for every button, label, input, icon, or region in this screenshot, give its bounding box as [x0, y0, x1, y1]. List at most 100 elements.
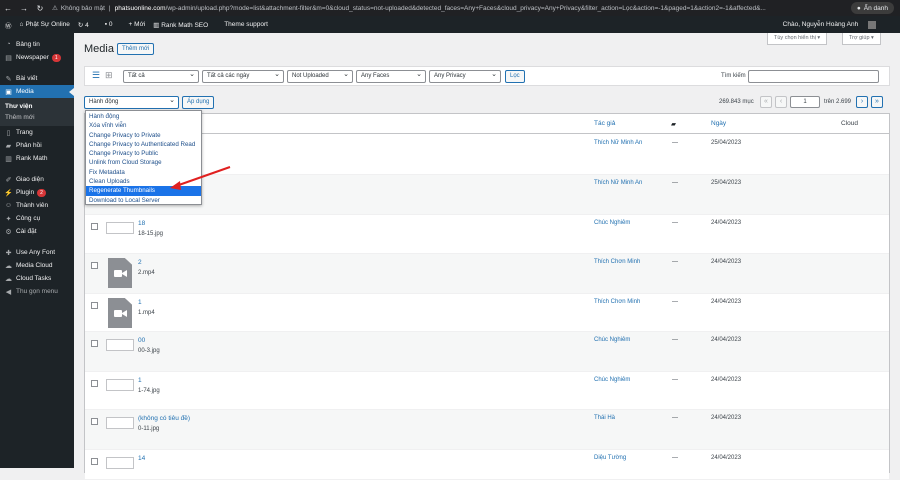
- faces-select[interactable]: Any Faces: [356, 69, 426, 83]
- site-name-link[interactable]: Phật Sự Online: [25, 21, 69, 28]
- sidebar-sub-add-new[interactable]: Thêm mới: [0, 112, 74, 123]
- upload-date: 24/04/2023: [711, 415, 742, 421]
- media-title-link[interactable]: 1: [138, 377, 142, 384]
- sidebar-item-newspaper[interactable]: ▤ Newspaper 1: [0, 51, 74, 64]
- author-link[interactable]: Chúc Nghiêm: [594, 337, 630, 343]
- filter-button[interactable]: Lọc: [505, 70, 525, 83]
- new-content-link[interactable]: + Mới: [129, 21, 146, 28]
- bulk-option[interactable]: Hành động: [86, 112, 201, 121]
- thumbnail[interactable]: [106, 222, 134, 234]
- current-page-input[interactable]: 1: [790, 96, 820, 108]
- sidebar-item-appearance[interactable]: ✐ Giao diện: [0, 173, 74, 186]
- upload-date: 24/04/2023: [711, 259, 742, 265]
- upload-date: 25/04/2023: [711, 140, 742, 146]
- bulk-option[interactable]: Fix Metadata: [86, 168, 201, 177]
- table-row: (không có tiêu đề) 0-11.jpg Thái Hà — 24/04/…: [85, 410, 889, 450]
- author-link[interactable]: Thích Nữ Minh An: [594, 140, 642, 146]
- comments-link[interactable]: ▪ 0: [105, 21, 121, 28]
- row-checkbox[interactable]: [91, 418, 98, 425]
- rank-math-link[interactable]: ▥ Rank Math SEO: [153, 21, 216, 29]
- bulk-option[interactable]: Unlink from Cloud Storage: [86, 158, 201, 167]
- bulk-option[interactable]: Change Privacy to Public: [86, 149, 201, 158]
- search-input[interactable]: [748, 70, 879, 83]
- sidebar-collapse-menu[interactable]: ◀ Thu gọn menu: [0, 285, 74, 298]
- bulk-option[interactable]: Change Privacy to Authenticated Read: [86, 140, 201, 149]
- sidebar-item-settings[interactable]: ⚙ Cài đặt: [0, 225, 74, 238]
- row-checkbox[interactable]: [91, 340, 98, 347]
- author-link[interactable]: Chúc Nghiêm: [594, 220, 630, 226]
- incognito-badge[interactable]: ● Ẩn danh: [850, 2, 894, 14]
- bulk-option[interactable]: Change Privacy to Private: [86, 131, 201, 140]
- author-link[interactable]: Thích Chơn Minh: [594, 299, 640, 305]
- sidebar-item-users[interactable]: ☺ Thành viên: [0, 199, 74, 212]
- column-author[interactable]: Tác giả: [594, 120, 615, 127]
- date-filter-select[interactable]: Tất cả các ngày: [202, 69, 284, 83]
- bulk-option[interactable]: Clean Uploads: [86, 177, 201, 186]
- privacy-select[interactable]: Any Privacy: [429, 69, 501, 83]
- bulk-action-select[interactable]: Hành động: [84, 95, 179, 109]
- thumbnail[interactable]: [106, 379, 134, 391]
- sidebar-item-media-cloud[interactable]: ☁ Media Cloud: [0, 259, 74, 272]
- file-name: 00-3.jpg: [138, 348, 160, 354]
- row-checkbox[interactable]: [91, 262, 98, 269]
- theme-support-link[interactable]: Theme support: [224, 21, 268, 28]
- media-title-link[interactable]: 14: [138, 455, 145, 462]
- cloud-status-select[interactable]: Not Uploaded: [287, 69, 353, 83]
- sidebar-item-media[interactable]: ▣ Media: [0, 85, 74, 98]
- update-badge: 2: [37, 188, 46, 197]
- row-checkbox[interactable]: [91, 302, 98, 309]
- sidebar-item-comments[interactable]: ▰ Phản hồi: [0, 139, 74, 152]
- sidebar-item-use-any-font[interactable]: ✚ Use Any Font: [0, 246, 74, 259]
- upload-date: 24/04/2023: [711, 337, 742, 343]
- row-checkbox[interactable]: [91, 380, 98, 387]
- screen-options-button[interactable]: Tùy chọn hiển thị ▾: [767, 33, 828, 45]
- thumbnail[interactable]: [106, 417, 134, 429]
- sidebar-item-pages[interactable]: ▯ Trang: [0, 126, 74, 139]
- sidebar-sub-library[interactable]: Thư viện: [0, 101, 74, 112]
- thumbnail[interactable]: [106, 457, 134, 469]
- sidebar-item-tools[interactable]: ✦ Công cụ: [0, 212, 74, 225]
- sidebar-item-posts[interactable]: ✎ Bài viết: [0, 72, 74, 85]
- media-title-link[interactable]: 18: [138, 220, 145, 227]
- back-icon[interactable]: ←: [0, 4, 16, 13]
- address-bar[interactable]: ⚠ Không bảo mật | phatsuonline.com /wp-a…: [52, 4, 812, 13]
- author-link[interactable]: Thích Chơn Minh: [594, 259, 640, 265]
- user-greeting[interactable]: Chào, Nguyễn Hoàng Anh: [783, 20, 884, 29]
- apply-button[interactable]: Áp dụng: [182, 96, 215, 109]
- help-button[interactable]: Trợ giúp ▾: [842, 33, 881, 45]
- thumbnail[interactable]: [106, 339, 134, 351]
- comment-column-icon[interactable]: ▰: [671, 120, 676, 128]
- media-title-link[interactable]: 2: [138, 259, 142, 266]
- bulk-option[interactable]: Xóa vĩnh viễn: [86, 121, 201, 130]
- sidebar-item-cloud-tasks[interactable]: ☁ Cloud Tasks: [0, 272, 74, 285]
- author-link[interactable]: Thích Nữ Minh An: [594, 180, 642, 186]
- sidebar-item-dashboard[interactable]: ◔ Bảng tin: [0, 38, 74, 51]
- bulk-option-regenerate-thumbnails[interactable]: Regenerate Thumbnails: [86, 186, 201, 196]
- forward-icon[interactable]: →: [16, 4, 32, 13]
- author-link[interactable]: Thái Hà: [594, 415, 615, 421]
- grid-view-icon[interactable]: ⊞: [105, 71, 114, 80]
- sidebar-item-rank-math[interactable]: ▥ Rank Math: [0, 152, 74, 165]
- last-page-button[interactable]: »: [871, 96, 883, 108]
- row-checkbox[interactable]: [91, 223, 98, 230]
- author-link[interactable]: Diệu Tường: [594, 455, 626, 461]
- next-page-button[interactable]: ›: [856, 96, 868, 108]
- updates-link[interactable]: ↻ 4: [78, 21, 97, 29]
- media-type-select[interactable]: Tất cả: [123, 69, 199, 83]
- list-view-icon[interactable]: ☰: [92, 71, 101, 80]
- media-title-link[interactable]: 00: [138, 337, 145, 344]
- sidebar-item-plugins[interactable]: ⚡ Plugin 2: [0, 186, 74, 199]
- row-checkbox[interactable]: [91, 458, 98, 465]
- media-title-link[interactable]: 1: [138, 299, 142, 306]
- column-date[interactable]: Ngày: [711, 120, 726, 127]
- author-link[interactable]: Chúc Nghiêm: [594, 377, 630, 383]
- wordpress-logo-icon[interactable]: Ⓦ: [5, 20, 12, 30]
- file-name: 1.mp4: [138, 310, 155, 316]
- video-file-icon[interactable]: [108, 298, 132, 328]
- add-new-button[interactable]: Thêm mới: [117, 43, 155, 55]
- bulk-option[interactable]: Download to Local Server: [86, 196, 201, 205]
- video-file-icon[interactable]: [108, 258, 132, 288]
- media-title-link[interactable]: (không có tiêu đề): [138, 415, 190, 422]
- comments-count: —: [672, 299, 678, 305]
- reload-icon[interactable]: ↻: [32, 4, 48, 13]
